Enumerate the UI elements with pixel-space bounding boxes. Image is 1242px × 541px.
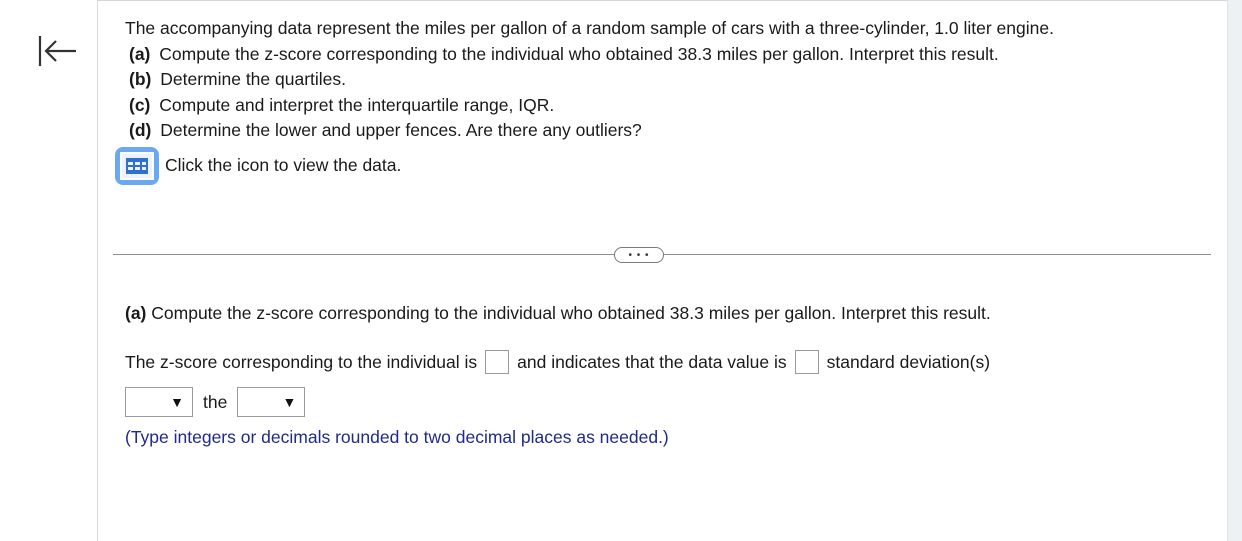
view-data-label[interactable]: Click the icon to view the data. bbox=[165, 155, 401, 176]
part-text: Compute the z-score corresponding to the… bbox=[151, 303, 991, 323]
top-divider bbox=[97, 0, 1228, 1]
part-label: (c) bbox=[129, 94, 151, 115]
question-part-b: (b) Determine the quartiles. bbox=[129, 67, 1185, 93]
more-button[interactable]: • • • bbox=[614, 247, 664, 263]
std-dev-count-input[interactable] bbox=[794, 350, 819, 374]
data-table-icon[interactable] bbox=[115, 146, 159, 185]
left-rail bbox=[0, 0, 98, 541]
dropdown-arrow-icon: ▼ bbox=[282, 394, 297, 410]
mean-median-dropdown[interactable]: ▼ bbox=[237, 387, 306, 417]
part-text: Determine the lower and upper fences. Ar… bbox=[160, 120, 642, 140]
answer-sentence-line: The z-score corresponding to the individ… bbox=[125, 349, 1205, 375]
part-text: Compute the z-score corresponding to the… bbox=[159, 43, 999, 64]
back-to-start-icon[interactable] bbox=[36, 34, 78, 68]
answer-second-line: ▼ the ▼ bbox=[125, 387, 1205, 417]
question-part-d: (d) Determine the lower and upper fences… bbox=[129, 118, 1185, 144]
question-part-c: (c) Compute and interpret the interquart… bbox=[129, 93, 1185, 119]
part-label: (a) bbox=[129, 43, 151, 64]
question-intro: The accompanying data represent the mile… bbox=[125, 18, 1054, 38]
answer-part-a-heading: (a) Compute the z-score corresponding to… bbox=[125, 300, 1205, 326]
part-label: (b) bbox=[129, 69, 152, 89]
question-panel: The accompanying data represent the mile… bbox=[115, 16, 1185, 185]
sentence-text: the bbox=[203, 391, 228, 412]
view-data-row: Click the icon to view the data. bbox=[115, 146, 1185, 185]
sentence-text: standard deviation(s) bbox=[826, 352, 991, 372]
above-below-dropdown[interactable]: ▼ bbox=[125, 387, 193, 417]
question-parts: (a) Compute the z-score corresponding to… bbox=[125, 42, 1185, 144]
part-text: Determine the quartiles. bbox=[160, 69, 347, 89]
part-label: (a) bbox=[125, 303, 147, 323]
sentence-text: The z-score corresponding to the individ… bbox=[125, 352, 478, 372]
sentence-text: and indicates that the data value is bbox=[517, 352, 787, 372]
answer-panel: (a) Compute the z-score corresponding to… bbox=[125, 300, 1205, 448]
right-scroll-rail[interactable] bbox=[1227, 0, 1242, 541]
dropdown-arrow-icon: ▼ bbox=[170, 394, 184, 410]
part-label: (d) bbox=[129, 120, 152, 140]
rounding-hint: (Type integers or decimals rounded to tw… bbox=[125, 427, 669, 447]
part-text: Compute and interpret the interquartile … bbox=[159, 94, 555, 115]
z-score-input[interactable] bbox=[485, 350, 510, 374]
question-part-a: (a) Compute the z-score corresponding to… bbox=[129, 42, 1185, 68]
